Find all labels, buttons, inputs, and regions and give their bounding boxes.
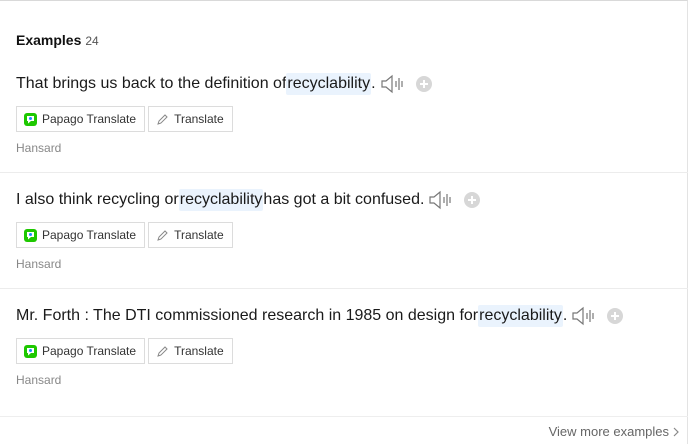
sentence-text: I also think recycling or — [16, 191, 179, 208]
example-source: Hansard — [16, 257, 62, 271]
keyword-highlight[interactable]: recyclability — [286, 73, 372, 95]
speaker-icon[interactable] — [571, 305, 597, 327]
example-source: Hansard — [16, 373, 62, 387]
papago-translate-button[interactable]: Papago Translate — [16, 106, 146, 132]
papago-translate-label: Papago Translate — [42, 344, 137, 358]
example-source: Hansard — [16, 141, 62, 155]
view-more-examples-link[interactable]: View more examples — [549, 424, 679, 439]
example-sentence: I also think recycling or recyclability … — [16, 189, 481, 211]
sentence-text: has got a bit confused. — [263, 191, 425, 208]
add-wordbook-icon[interactable] — [464, 192, 481, 208]
examples-heading: Examples 24 — [16, 32, 99, 49]
example-item: That brings us back to the definition of… — [0, 73, 688, 173]
papago-translate-label: Papago Translate — [42, 112, 137, 126]
pencil-icon — [157, 113, 168, 125]
translate-button[interactable]: Translate — [148, 338, 233, 364]
papago-translate-button[interactable]: Papago Translate — [16, 338, 146, 364]
example-item: I also think recycling or recyclability … — [0, 189, 688, 289]
papago-translate-button[interactable]: Papago Translate — [16, 222, 146, 248]
sentence-text: Mr. Forth : The DTI commissioned researc… — [16, 307, 479, 324]
examples-count: 24 — [85, 34, 99, 48]
add-wordbook-icon[interactable] — [607, 308, 624, 324]
example-sentence: Mr. Forth : The DTI commissioned researc… — [16, 305, 624, 327]
keyword-highlight[interactable]: recyclability — [178, 189, 264, 211]
examples-panel: Examples 24 That brings us back to the de… — [0, 0, 688, 444]
translate-label: Translate — [174, 344, 224, 358]
example-sentence: That brings us back to the definition of… — [16, 73, 432, 95]
papago-icon — [24, 344, 37, 358]
sentence-text: That brings us back to the definition of — [16, 75, 287, 92]
footer-divider — [0, 416, 688, 417]
papago-translate-label: Papago Translate — [42, 228, 137, 242]
keyword-highlight[interactable]: recyclability — [478, 305, 563, 327]
example-item: Mr. Forth : The DTI commissioned researc… — [0, 305, 688, 404]
speaker-icon[interactable] — [380, 73, 406, 95]
view-more-label: View more examples — [548, 424, 669, 439]
translate-label: Translate — [174, 228, 224, 242]
section-title: Examples — [16, 32, 82, 48]
speaker-icon[interactable] — [428, 189, 454, 211]
translate-label: Translate — [174, 112, 224, 126]
sentence-text: . — [562, 307, 568, 324]
translate-button[interactable]: Translate — [148, 222, 233, 248]
sentence-text: . — [371, 75, 376, 92]
pencil-icon — [157, 229, 168, 241]
papago-icon — [24, 228, 37, 242]
add-wordbook-icon[interactable] — [415, 76, 432, 92]
chevron-right-icon — [673, 427, 679, 436]
papago-icon — [24, 112, 37, 126]
translate-button[interactable]: Translate — [148, 106, 233, 132]
pencil-icon — [157, 345, 168, 357]
